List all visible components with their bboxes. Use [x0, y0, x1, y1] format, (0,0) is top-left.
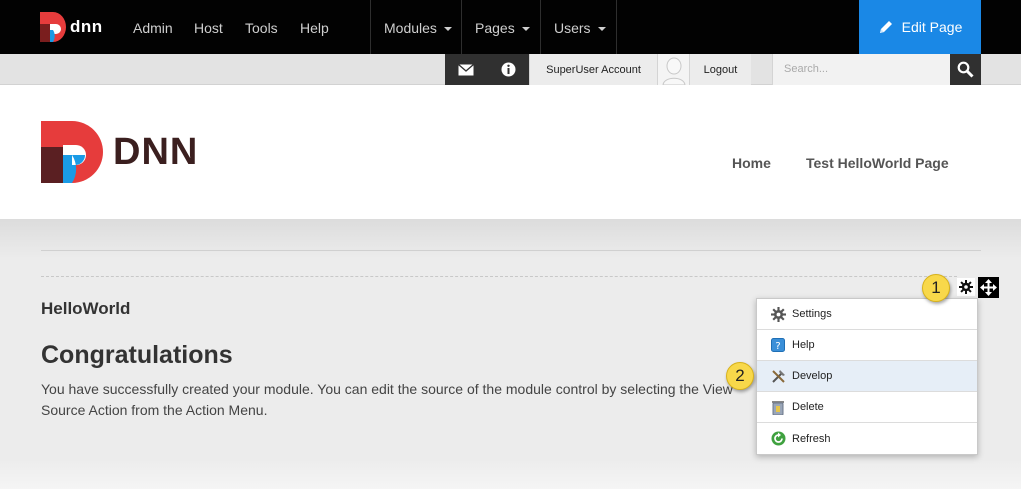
menu-item-label: Develop — [792, 370, 833, 382]
menu-item-label: Settings — [792, 308, 832, 320]
menu-host[interactable]: Host — [194, 0, 223, 54]
move-module-handle[interactable] — [978, 277, 999, 298]
develop-tools-icon — [770, 368, 786, 384]
menu-item-label: Refresh — [792, 432, 831, 445]
menu-item-label: Help — [792, 339, 815, 351]
menu-item-help[interactable]: ? Help — [757, 330, 977, 361]
menu-item-delete[interactable]: Delete — [757, 392, 977, 423]
user-avatar-icon — [661, 57, 686, 85]
menu-admin[interactable]: Admin — [133, 0, 173, 54]
nav-home[interactable]: Home — [732, 155, 771, 171]
divider — [540, 0, 541, 54]
callout-step-1: 1 — [922, 274, 950, 302]
caret-down-icon — [443, 27, 452, 32]
refresh-icon — [770, 431, 786, 447]
control-bar: dnn Admin Host Tools Help Modules Pages … — [0, 0, 1021, 54]
menu-item-settings[interactable]: Settings — [757, 299, 977, 330]
caret-down-icon — [597, 27, 606, 32]
divider — [461, 0, 462, 54]
menu-item-develop[interactable]: Develop — [757, 361, 977, 392]
dnn-logo-icon — [41, 121, 103, 183]
help-icon: ? — [770, 337, 786, 353]
notifications-button[interactable] — [487, 54, 529, 85]
menu-users-label: Users — [554, 20, 591, 36]
menu-pages[interactable]: Pages — [475, 0, 530, 54]
module-border — [41, 276, 957, 277]
module-actions-button[interactable] — [957, 278, 975, 296]
menu-tools[interactable]: Tools — [245, 0, 278, 54]
search-input[interactable]: Search... — [772, 54, 950, 85]
menu-help[interactable]: Help — [300, 0, 329, 54]
logout-link[interactable]: Logout — [689, 54, 751, 85]
menu-modules-label: Modules — [384, 20, 437, 36]
menu-item-label: Delete — [792, 401, 824, 413]
edit-page-label: Edit Page — [901, 19, 963, 35]
gear-icon — [959, 280, 973, 294]
divider — [370, 0, 371, 54]
nav-test-helloworld-page[interactable]: Test HelloWorld Page — [806, 155, 949, 171]
info-icon — [501, 62, 515, 77]
search-icon — [957, 61, 974, 78]
user-account-link[interactable]: SuperUser Account — [529, 54, 657, 85]
brand-text: dnn — [70, 17, 103, 36]
caret-down-icon — [521, 27, 530, 32]
divider — [41, 250, 981, 251]
pencil-icon — [879, 21, 892, 33]
edit-page-button[interactable]: Edit Page — [859, 0, 981, 54]
avatar[interactable] — [657, 54, 689, 85]
site-logo[interactable]: DNN — [41, 121, 198, 183]
menu-users[interactable]: Users — [554, 0, 606, 54]
dnn-brand[interactable]: dnn — [40, 12, 103, 42]
menu-item-refresh[interactable]: Refresh — [757, 423, 977, 454]
gear-icon — [770, 306, 786, 322]
module-title: HelloWorld — [41, 299, 131, 318]
callout-step-2: 2 — [726, 362, 754, 390]
module-action-menu: Settings ? Help Develop Delete Refresh — [756, 298, 978, 455]
logo-wordmark: DNN — [113, 130, 199, 173]
menu-modules[interactable]: Modules — [384, 0, 452, 54]
messages-button[interactable] — [445, 54, 487, 85]
divider — [616, 0, 617, 54]
dnn-logo-icon — [40, 12, 66, 42]
search-button[interactable] — [950, 54, 981, 85]
module-body-text: You have successfully created your modul… — [41, 381, 733, 418]
trash-icon — [770, 399, 786, 415]
module-heading: Congratulations — [41, 341, 233, 369]
move-icon — [980, 279, 997, 296]
user-bar: SuperUser Account Logout Search... — [0, 54, 1021, 85]
envelope-icon — [458, 63, 474, 75]
svg-text:?: ? — [775, 341, 780, 352]
menu-pages-label: Pages — [475, 20, 515, 36]
site-header: DNN Home Test HelloWorld Page — [0, 85, 1021, 219]
